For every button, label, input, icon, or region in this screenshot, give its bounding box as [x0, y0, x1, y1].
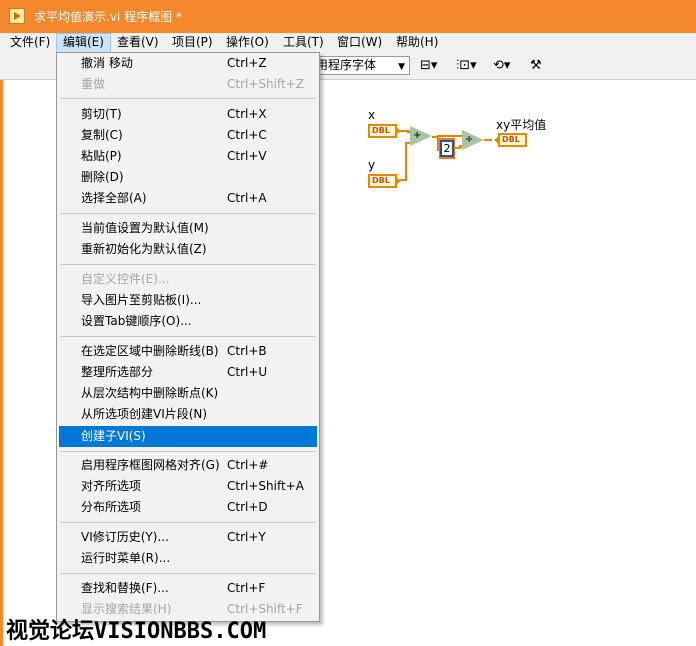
constant-two[interactable]: 2 [440, 140, 454, 157]
menu-item-tab-order[interactable]: 设置Tab键顺序(O)... [59, 311, 317, 332]
wires [400, 130, 492, 181]
menu-item-remove-breakpoints[interactable]: 从层次结构中删除断点(K) [59, 383, 317, 404]
title-bar: 求平均值演示.vi 程序框图 * [0, 0, 696, 33]
chevron-down-icon: ▼ [398, 62, 405, 72]
menu-bar: 文件(F) 编辑(E) 查看(V) 项目(P) 操作(O) 工具(T) 窗口(W… [0, 33, 696, 53]
x-control-terminal[interactable]: DBL [368, 124, 401, 138]
edit-menu-dropdown: 撤消 移动 Ctrl+Z 重做 Ctrl+Shift+Z 剪切(T) Ctrl+X 复… [56, 52, 320, 622]
add-symbol: + [413, 130, 422, 141]
window-left-edge [0, 80, 3, 646]
menu-separator [61, 573, 315, 574]
reorder-icon[interactable]: ⟲▾ [493, 57, 510, 75]
menu-item-delete[interactable]: 删除(D) [59, 167, 317, 188]
menu-item-vi-revision-history[interactable]: VI修订历史(Y)... Ctrl+Y [59, 527, 317, 548]
y-control-label: y [368, 158, 376, 172]
menu-file[interactable]: 文件(F) [4, 33, 56, 53]
menu-help[interactable]: 帮助(H) [390, 33, 444, 53]
menu-item-distribute-selection[interactable]: 分布所选项 Ctrl+D [59, 497, 317, 518]
font-select[interactable]: 用程序字体 ▼ [310, 56, 410, 75]
menu-item-import-picture[interactable]: 导入图片至剪贴板(I)... [59, 290, 317, 311]
menu-tools[interactable]: 工具(T) [277, 33, 330, 53]
menu-item-align-selection[interactable]: 对齐所选项 Ctrl+Shift+A [59, 476, 317, 497]
distribute-objects-icon[interactable]: ⫶⊡▾ [456, 57, 477, 75]
menu-item-cut[interactable]: 剪切(T) Ctrl+X [59, 104, 317, 125]
menu-item-redo[interactable]: 重做 Ctrl+Shift+Z [59, 74, 317, 95]
font-select-value: 用程序字体 [316, 58, 377, 72]
menu-separator [61, 522, 315, 523]
block-diagram: x DBL y DBL + 2 ÷ xy平均值 DBL [320, 80, 696, 646]
menu-item-customize-control[interactable]: 自定义控件(E)... [59, 269, 317, 290]
menu-separator [61, 213, 315, 214]
menu-separator [61, 264, 315, 265]
menu-operate[interactable]: 操作(O) [220, 33, 275, 53]
menu-item-reinit-default[interactable]: 重新初始化为默认值(Z) [59, 239, 317, 260]
watermark-text: 视觉论坛VISIONBBS.COM [6, 619, 267, 644]
menu-edit[interactable]: 编辑(E) [56, 33, 111, 53]
menu-view[interactable]: 查看(V) [111, 33, 165, 53]
labview-vi-icon [9, 8, 25, 24]
menu-item-create-subvi[interactable]: 创建子VI(S) [59, 426, 317, 447]
output-indicator-terminal[interactable]: DBL [494, 133, 527, 147]
menu-separator [61, 98, 315, 99]
menu-item-runtime-menu[interactable]: 运行时菜单(R)... [59, 548, 317, 569]
menu-separator [61, 451, 315, 452]
menu-item-undo[interactable]: 撤消 移动 Ctrl+Z [59, 53, 317, 74]
menu-window[interactable]: 窗口(W) [331, 33, 388, 53]
divide-symbol: ÷ [465, 134, 474, 145]
menu-item-grid-align[interactable]: 启用程序框图网格对齐(G) Ctrl+# [59, 455, 317, 476]
menu-item-create-snippet[interactable]: 从所选项创建VI片段(N) [59, 404, 317, 425]
menu-item-remove-broken-wires[interactable]: 在选定区域中删除断线(B) Ctrl+B [59, 341, 317, 362]
y-control-terminal[interactable]: DBL [368, 174, 401, 188]
menu-item-find-replace[interactable]: 查找和替换(F)... Ctrl+F [59, 578, 317, 599]
menu-item-select-all[interactable]: 选择全部(A) Ctrl+A [59, 188, 317, 209]
window-title: 求平均值演示.vi 程序框图 * [34, 10, 182, 24]
menu-item-cleanup-selection[interactable]: 整理所选部分 Ctrl+U [59, 362, 317, 383]
menu-item-make-default[interactable]: 当前值设置为默认值(M) [59, 218, 317, 239]
menu-item-paste[interactable]: 粘贴(P) Ctrl+V [59, 146, 317, 167]
cleanup-diagram-icon[interactable]: ⚒ [530, 57, 542, 75]
x-control-label: x [368, 108, 376, 122]
output-indicator-label: xy平均值 [496, 118, 547, 132]
align-objects-icon[interactable]: ⊟▾ [420, 57, 437, 75]
menu-project[interactable]: 项目(P) [166, 33, 219, 53]
menu-item-copy[interactable]: 复制(C) Ctrl+C [59, 125, 317, 146]
menu-separator [61, 336, 315, 337]
